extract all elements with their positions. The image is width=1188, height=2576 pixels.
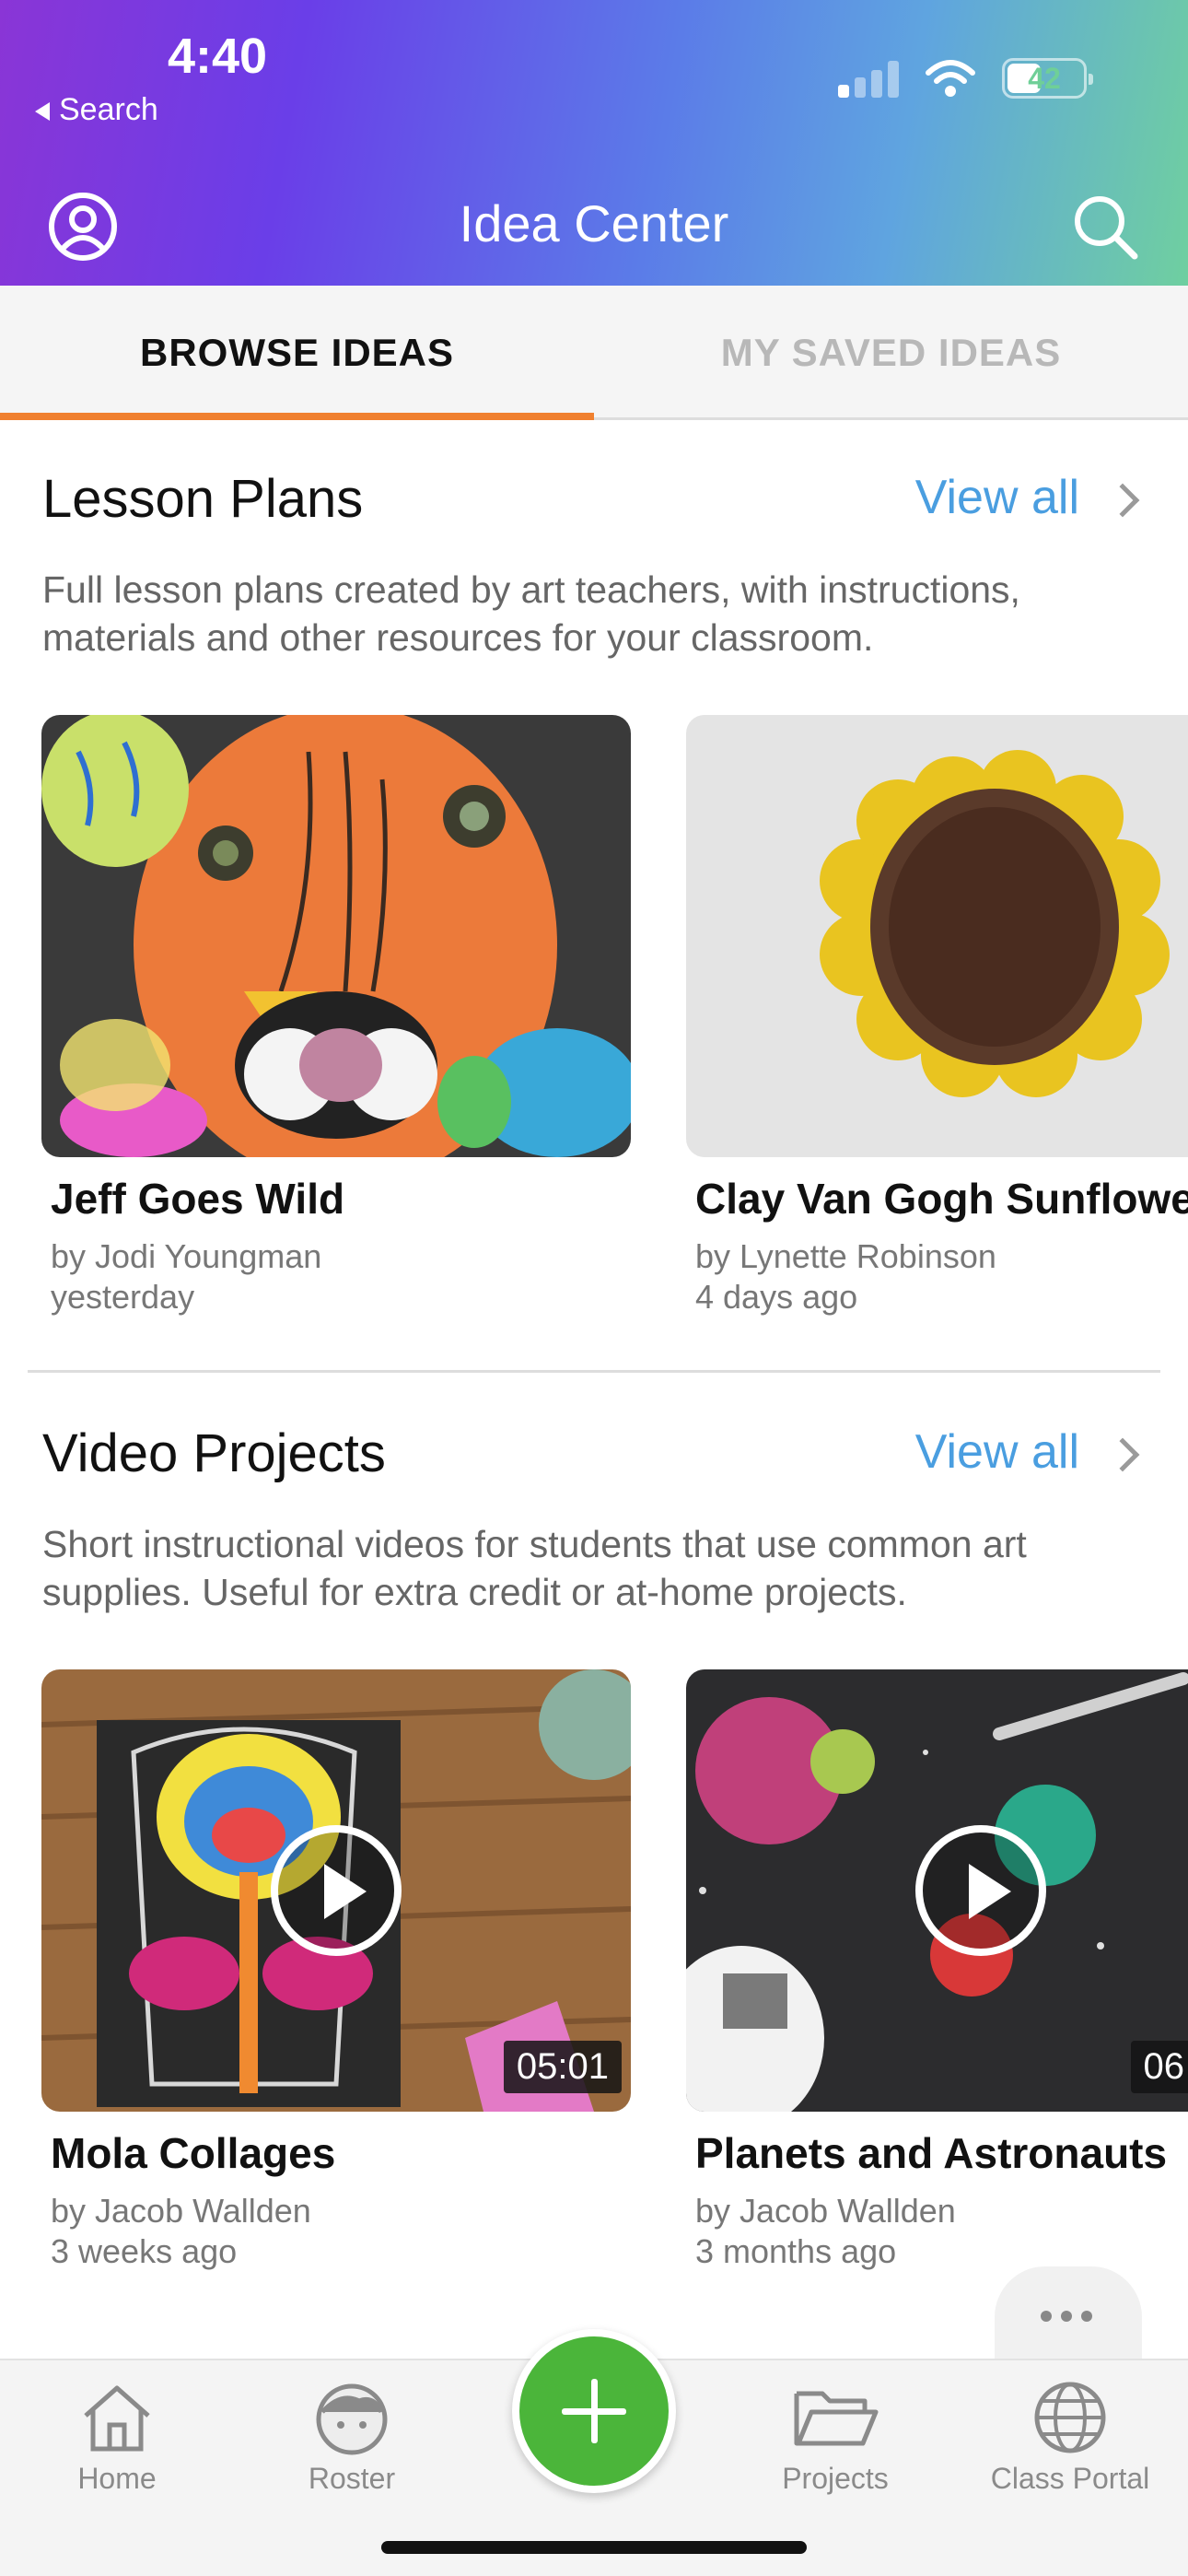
video-duration: 06 bbox=[1130, 2041, 1188, 2093]
play-icon[interactable] bbox=[271, 1825, 402, 1956]
video-card-thumbnail-mola-collages[interactable]: 05:01 bbox=[41, 1669, 631, 2112]
tab-label: MY SAVED IDEAS bbox=[720, 331, 1062, 374]
app-header: 4:40 Search 42 Idea Center bbox=[0, 0, 1188, 286]
nav-label: Projects bbox=[782, 2462, 889, 2495]
search-icon[interactable] bbox=[1068, 190, 1142, 263]
tab-browse-ideas[interactable]: BROWSE IDEAS bbox=[0, 286, 594, 420]
video-card-thumbnail-planets-and-astronauts[interactable]: 06 bbox=[686, 1669, 1188, 2112]
video-card-date: 3 months ago bbox=[695, 2232, 897, 2270]
lesson-card-date: yesterday bbox=[51, 1278, 195, 1316]
section-description: Short instructional videos for students … bbox=[42, 1523, 1027, 1613]
cellular-signal-icon bbox=[838, 59, 899, 98]
tab-bar: BROWSE IDEAS MY SAVED IDEAS bbox=[0, 286, 1188, 420]
nav-home[interactable]: Home bbox=[16, 2379, 218, 2496]
section-title-lesson-plans: Lesson Plans bbox=[42, 469, 364, 529]
add-button[interactable] bbox=[512, 2329, 676, 2493]
wifi-icon bbox=[926, 60, 975, 97]
chevron-right-icon[interactable] bbox=[1105, 483, 1140, 518]
tab-label: BROWSE IDEAS bbox=[139, 331, 455, 374]
lesson-card-image-jeff-goes-wild[interactable] bbox=[41, 715, 631, 1157]
chevron-right-icon[interactable] bbox=[1105, 1437, 1140, 1472]
home-icon bbox=[84, 2385, 150, 2452]
plus-icon bbox=[519, 2336, 669, 2486]
battery-icon: 42 bbox=[1002, 58, 1093, 99]
more-dots-icon bbox=[1041, 2311, 1092, 2322]
globe-icon bbox=[1034, 2382, 1106, 2453]
video-card-title[interactable]: Planets and Astronauts bbox=[695, 2128, 1167, 2178]
lesson-card-title[interactable]: Jeff Goes Wild bbox=[51, 1174, 344, 1224]
nav-projects[interactable]: Projects bbox=[734, 2379, 937, 2496]
lesson-card-date: 4 days ago bbox=[695, 1278, 858, 1316]
video-card-author: by Jacob Wallden bbox=[695, 2192, 956, 2230]
lesson-card-title[interactable]: Clay Van Gogh Sunflower bbox=[695, 1174, 1188, 1224]
battery-level: 42 bbox=[1028, 61, 1061, 95]
view-all-video-projects-link[interactable]: View all bbox=[915, 1424, 1079, 1480]
nav-roster[interactable]: Roster bbox=[250, 2379, 453, 2496]
section-title-video-projects: Video Projects bbox=[42, 1423, 386, 1483]
home-indicator[interactable] bbox=[381, 2541, 807, 2554]
section-divider bbox=[28, 1370, 1160, 1373]
tab-my-saved-ideas[interactable]: MY SAVED IDEAS bbox=[594, 286, 1188, 420]
back-arrow-icon bbox=[35, 102, 50, 122]
lesson-card-image-clay-van-gogh-sunflower[interactable] bbox=[686, 715, 1188, 1157]
video-card-date: 3 weeks ago bbox=[51, 2232, 238, 2270]
back-label: Search bbox=[59, 92, 158, 127]
nav-label: Home bbox=[77, 2462, 157, 2495]
nav-label: Class Portal bbox=[990, 2462, 1150, 2495]
video-duration: 05:01 bbox=[503, 2041, 622, 2093]
lesson-card-author: by Lynette Robinson bbox=[695, 1237, 996, 1275]
lesson-card-author: by Jodi Youngman bbox=[51, 1237, 322, 1275]
nav-label: Roster bbox=[308, 2462, 396, 2495]
status-icons: 42 bbox=[838, 55, 1093, 101]
play-icon[interactable] bbox=[915, 1825, 1046, 1956]
status-time: 4:40 bbox=[168, 29, 268, 84]
active-tab-indicator bbox=[0, 413, 594, 420]
view-all-lesson-plans-link[interactable]: View all bbox=[915, 470, 1079, 525]
section-description: Full lesson plans created by art teacher… bbox=[42, 568, 1020, 659]
nav-class-portal[interactable]: Class Portal bbox=[969, 2379, 1171, 2496]
back-to-search-link[interactable]: Search bbox=[35, 92, 158, 128]
page-title: Idea Center bbox=[459, 194, 729, 252]
face-icon bbox=[316, 2383, 388, 2455]
video-card-title[interactable]: Mola Collages bbox=[51, 2128, 335, 2178]
folder-icon bbox=[794, 2391, 879, 2446]
more-options-button[interactable] bbox=[995, 2266, 1142, 2368]
video-card-author: by Jacob Wallden bbox=[51, 2192, 311, 2230]
